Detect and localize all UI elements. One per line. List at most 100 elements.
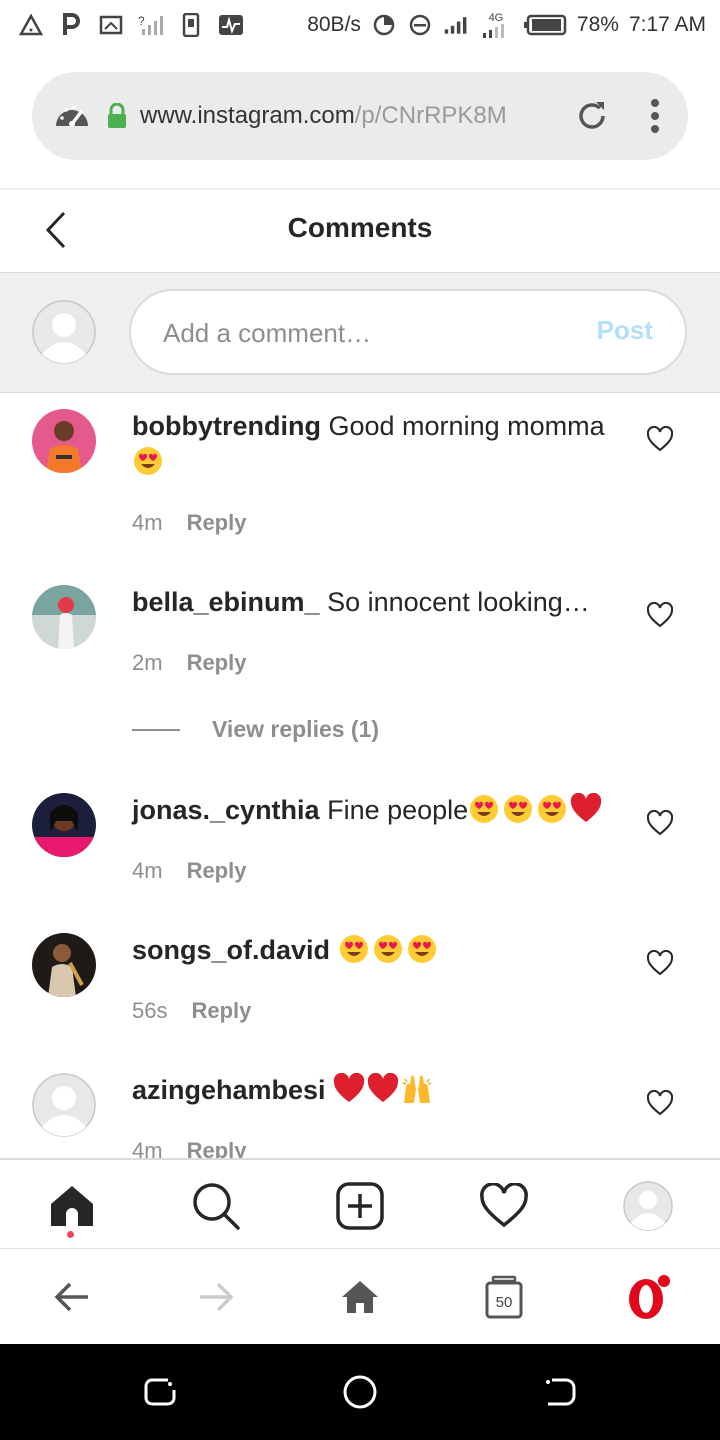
heart-eyes-emoji-icon <box>372 933 404 965</box>
notification-dot <box>67 1231 74 1238</box>
network-type: 4G <box>488 11 504 24</box>
home-icon[interactable] <box>336 1273 384 1321</box>
profile-avatar-icon[interactable] <box>622 1180 674 1232</box>
no-signal-icon: ? <box>138 12 164 38</box>
system-navigation-bar <box>0 1344 720 1440</box>
url-domain: www.instagram.com <box>140 102 355 129</box>
recents-icon[interactable] <box>142 1374 178 1410</box>
comment-age: 4m <box>132 510 163 535</box>
like-heart-icon[interactable] <box>646 949 674 976</box>
home-icon[interactable] <box>46 1180 98 1232</box>
like-heart-icon[interactable] <box>646 1089 674 1116</box>
reply-button[interactable]: Reply <box>187 1138 247 1158</box>
back-arrow-icon[interactable] <box>48 1273 96 1321</box>
heart-eyes-emoji-icon <box>536 793 568 825</box>
avatar[interactable] <box>32 409 96 473</box>
new-post-icon[interactable] <box>334 1180 386 1232</box>
phone-storage-icon <box>178 12 204 38</box>
comment-meta: 2m Reply <box>132 650 246 676</box>
address-bar[interactable]: www.instagram.com/p/CNrRPK8M <box>32 72 688 160</box>
data-saver-icon <box>371 12 397 38</box>
view-replies-button[interactable]: View replies (1) <box>132 716 379 743</box>
current-user-avatar <box>32 300 96 364</box>
like-heart-icon[interactable] <box>646 809 674 836</box>
heart-eyes-emoji-icon <box>502 793 534 825</box>
comment-box: Post <box>129 289 687 375</box>
forward-arrow-icon[interactable] <box>192 1273 240 1321</box>
comment-username[interactable]: songs_of.david <box>132 935 330 965</box>
comment-meta: 4m Reply <box>132 1138 246 1158</box>
view-replies-divider <box>132 728 180 731</box>
reply-button[interactable]: Reply <box>187 510 247 536</box>
svg-text:?: ? <box>138 14 145 28</box>
comment-meta: 56s Reply <box>132 998 251 1024</box>
view-replies-label: View replies (1) <box>212 716 380 742</box>
heart-eyes-emoji-icon <box>468 793 500 825</box>
instagram-tab-bar <box>0 1158 720 1248</box>
comment-username[interactable]: bobbytrending <box>132 411 321 441</box>
reply-button[interactable]: Reply <box>191 998 251 1024</box>
page-title: Comments <box>287 212 433 243</box>
browser-bottom-bar: 50 <box>0 1248 720 1344</box>
like-heart-icon[interactable] <box>646 425 674 452</box>
url-path: /p/CNrRPK8M <box>354 102 507 129</box>
overflow-menu-icon[interactable] <box>650 98 660 139</box>
comment-username[interactable]: bella_ebinum_ <box>132 587 320 617</box>
avatar[interactable] <box>32 585 96 649</box>
comment-body: Good morning momma <box>328 411 605 441</box>
back-nav-icon[interactable] <box>542 1374 578 1410</box>
url-text[interactable]: www.instagram.com/p/CNrRPK8M <box>140 102 550 130</box>
activity-icon <box>218 12 244 38</box>
battery-icon <box>523 12 567 38</box>
activity-heart-icon[interactable] <box>478 1180 530 1232</box>
comment-text: bobbytrending Good morning momma <box>132 408 622 480</box>
triangle-warning-icon <box>18 12 44 38</box>
avatar[interactable] <box>32 933 96 997</box>
do-not-disturb-icon <box>407 12 433 38</box>
comment-text: bella_ebinum_ So innocent looking… <box>132 584 622 620</box>
comment-age: 2m <box>132 650 163 675</box>
opera-menu-icon[interactable] <box>624 1273 672 1321</box>
post-button[interactable]: Post <box>597 315 653 346</box>
comment-body: So innocent looking… <box>327 587 590 617</box>
comment-text: jonas._cynthia Fine people <box>132 792 642 828</box>
battery-percent: 78% <box>576 13 619 36</box>
net-speed: 80B/s <box>307 13 361 36</box>
screen-mirror-icon <box>98 12 124 38</box>
status-bar: ? 80B/s 4G 78% 7:17 AM <box>0 0 720 50</box>
comment-text: songs_of.david <box>132 932 622 968</box>
signal-strength-icon <box>443 12 469 38</box>
avatar[interactable] <box>32 1073 96 1137</box>
avatar[interactable] <box>32 793 96 857</box>
heart-eyes-emoji-icon <box>406 933 438 965</box>
lock-icon <box>106 103 128 129</box>
reply-button[interactable]: Reply <box>187 858 247 884</box>
comment-input[interactable] <box>163 313 563 353</box>
comment-username[interactable]: jonas._cynthia <box>132 795 320 825</box>
comment-text: azingehambesi <box>132 1072 622 1108</box>
comment-meta: 4m Reply <box>132 510 246 536</box>
red-heart-emoji-icon <box>367 1072 399 1105</box>
red-heart-emoji-icon <box>333 1072 365 1105</box>
search-icon[interactable] <box>190 1180 242 1232</box>
raised-hands-emoji-icon <box>401 1073 433 1105</box>
reply-button[interactable]: Reply <box>187 650 247 676</box>
mobile-data-4g-icon: 4G <box>479 12 513 38</box>
comment-age: 56s <box>132 998 168 1023</box>
comment-composer: Post <box>0 273 720 393</box>
red-heart-emoji-icon <box>570 792 602 825</box>
comments-header: Comments <box>0 188 720 273</box>
browser-toolbar: www.instagram.com/p/CNrRPK8M <box>0 50 720 188</box>
like-heart-icon[interactable] <box>646 601 674 628</box>
clock: 7:17 AM <box>628 13 706 36</box>
reload-icon[interactable] <box>574 98 610 139</box>
heart-eyes-emoji-icon <box>338 933 370 965</box>
comment-age: 4m <box>132 858 163 883</box>
comment-body: Fine people <box>327 795 469 825</box>
comment-age: 4m <box>132 1138 163 1158</box>
home-circle-icon[interactable] <box>342 1374 378 1410</box>
speed-dial-icon[interactable] <box>52 96 92 136</box>
parking-icon <box>58 12 84 38</box>
tabs-icon[interactable]: 50 <box>480 1273 528 1321</box>
comment-username[interactable]: azingehambesi <box>132 1075 326 1105</box>
